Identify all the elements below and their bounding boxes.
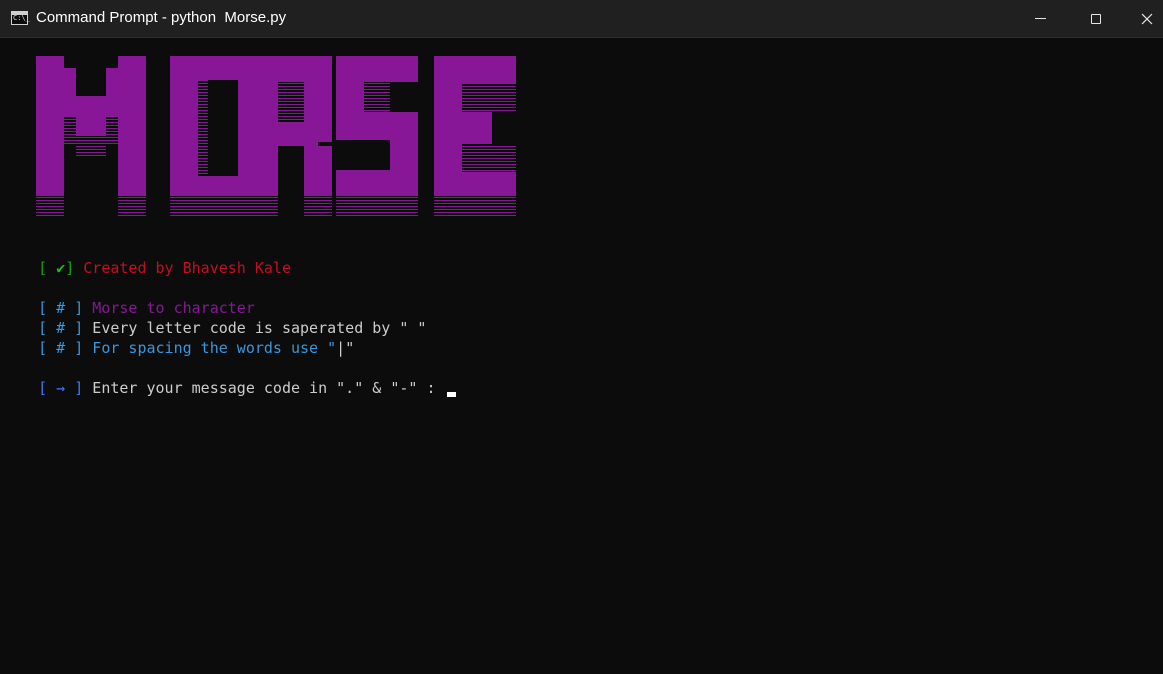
credit-line: [ ✔] Created by Bhavesh Kale (2, 238, 291, 277)
cmd-icon: C:\_ (11, 11, 30, 25)
input-prompt-line[interactable]: [ → ] Enter your message code in "." & "… (2, 358, 456, 397)
close-button[interactable] (1130, 0, 1163, 37)
info-line-3: [ # ] For spacing the words use "|" (2, 318, 354, 357)
bracket-close: ] (65, 259, 75, 277)
checkmark-icon: ✔ (56, 259, 66, 277)
console-output[interactable]: [ ✔] Created by Bhavesh Kale [ # ] Morse… (0, 38, 1163, 674)
text-cursor[interactable] (446, 392, 456, 397)
pipe-char: | (336, 339, 346, 357)
info-line-2: [ # ] Every letter code is saperated by … (2, 298, 426, 337)
arrow-prefix: [ → ] (38, 379, 84, 397)
maximize-button[interactable] (1072, 0, 1120, 37)
close-icon (1141, 13, 1152, 24)
window-title: Command Prompt - python Morse.py (36, 9, 287, 26)
word-spacing-text: For spacing the words use " (83, 339, 337, 357)
hash-prefix: [ # ] (38, 339, 84, 357)
maximize-icon (1091, 13, 1101, 24)
morse-ascii-banner (36, 56, 516, 220)
title-bar[interactable]: C:\_ Command Prompt - python Morse.py (0, 0, 1163, 38)
minimize-button[interactable] (1016, 0, 1064, 37)
minimize-icon (1034, 18, 1046, 19)
info-line-1: [ # ] Morse to character (2, 278, 255, 317)
quote-char: " (345, 339, 355, 357)
bracket-open: [ (38, 259, 57, 277)
credit-text: Created by Bhavesh Kale (74, 259, 291, 277)
prompt-text: Enter your message code in "." & "-" : (83, 379, 445, 397)
